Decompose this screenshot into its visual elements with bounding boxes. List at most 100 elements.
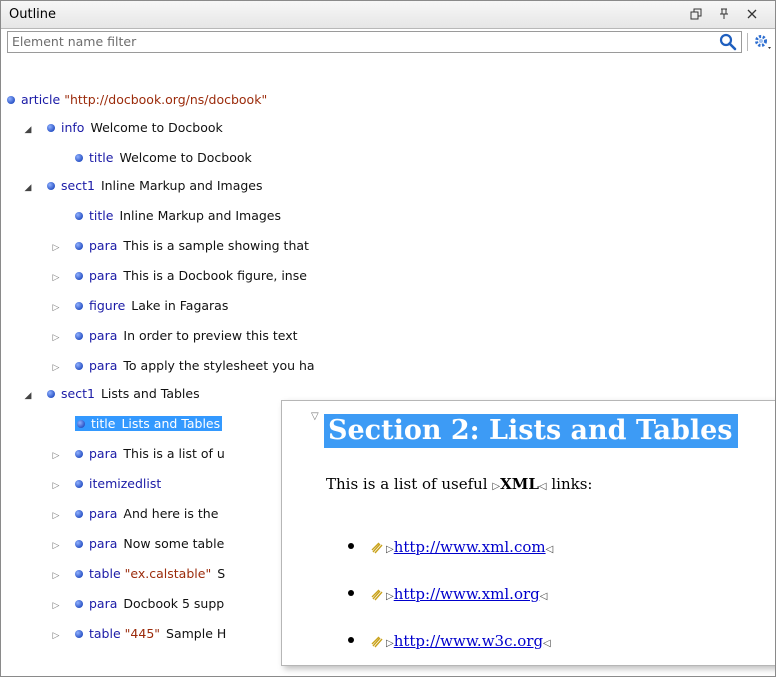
node-label: para This is a list of u: [75, 446, 225, 461]
collapsed-triangle-icon[interactable]: ▷: [49, 327, 63, 349]
tree-node-para[interactable]: ▷ para Now some table: [49, 533, 225, 557]
tree-node-figure[interactable]: ▷ figure Lake in Fagaras: [49, 295, 229, 319]
collapsed-triangle-icon[interactable]: ▷: [49, 505, 63, 527]
node-tag: title: [89, 150, 114, 165]
collapse-triangle-icon[interactable]: ▽: [311, 411, 319, 422]
node-text: In order to preview this text: [123, 328, 298, 343]
close-icon[interactable]: [743, 5, 761, 23]
node-label: sect1 Inline Markup and Images: [47, 178, 263, 193]
node-label: title Lists and Tables: [75, 416, 223, 431]
collapsed-triangle-icon[interactable]: ▷: [49, 297, 63, 319]
node-tag: para: [89, 268, 118, 283]
bullet-icon: [348, 590, 354, 596]
node-text: Now some table: [123, 536, 225, 551]
settings-gear-icon[interactable]: [752, 32, 774, 56]
search-icon[interactable]: [719, 33, 737, 55]
collapsed-triangle-icon[interactable]: ▷: [49, 445, 63, 467]
node-label: title Inline Markup and Images: [75, 208, 281, 223]
node-label: title Welcome to Docbook: [75, 150, 252, 165]
node-tag: sect1: [61, 386, 95, 401]
expanded-triangle-icon[interactable]: ◢: [21, 177, 35, 199]
node-tag: para: [89, 328, 118, 343]
link[interactable]: http://www.xml.org: [394, 585, 540, 603]
element-bullet-icon: [75, 361, 83, 370]
node-label: itemizedlist: [75, 476, 161, 491]
node-label: info Welcome to Docbook: [47, 120, 223, 135]
tree-node-table[interactable]: ▷ table "445" Sample H: [49, 623, 227, 647]
para-suffix: links:: [551, 475, 593, 493]
preview-popup: ▽ Section 2: Lists and Tables This is a …: [281, 400, 775, 666]
collapsed-triangle-icon[interactable]: ▷: [49, 237, 63, 259]
node-tag: para: [89, 238, 118, 253]
node-text: Inline Markup and Images: [100, 178, 263, 193]
tree-node-para[interactable]: ▷ para In order to preview this text: [49, 325, 298, 347]
preview-section-heading: Section 2: Lists and Tables: [324, 414, 739, 448]
tree-node-article[interactable]: article "http://docbook.org/ns/docbook": [7, 89, 267, 111]
tree-node-para[interactable]: ▷ para Docbook 5 supp: [49, 593, 225, 617]
tree-node-para[interactable]: ▷ para To apply the stylesheet you ha: [49, 355, 315, 377]
element-bullet-icon: [75, 241, 83, 250]
collapsed-triangle-icon[interactable]: ▷: [49, 475, 63, 497]
tree-node-sect1[interactable]: ◢ sect1 Inline Markup and Images: [21, 175, 263, 197]
node-text: To apply the stylesheet you ha: [123, 358, 315, 373]
expanded-triangle-icon[interactable]: ◢: [21, 385, 35, 407]
node-tag: table: [89, 626, 121, 641]
tag-start-marker-icon: ▷: [386, 591, 394, 602]
node-tag: sect1: [61, 178, 95, 193]
tree-node-itemizedlist[interactable]: ▷ itemizedlist: [49, 473, 162, 497]
tag-start-marker-icon: ▷: [386, 544, 394, 555]
expanded-triangle-icon[interactable]: ◢: [21, 119, 35, 141]
link[interactable]: http://www.w3c.org: [394, 632, 543, 650]
collapsed-triangle-icon[interactable]: ▷: [49, 535, 63, 557]
node-text: This is a sample showing that: [123, 238, 309, 253]
tree-node-title[interactable]: title Inline Markup and Images: [49, 205, 281, 227]
restore-icon[interactable]: [687, 5, 705, 23]
link-clip-icon: [371, 589, 383, 601]
node-tag: title: [89, 208, 114, 223]
node-tag: figure: [89, 298, 126, 313]
tree-node-para[interactable]: ▷ para This is a sample showing that: [49, 235, 309, 257]
link-list-item: ▷http://www.xml.com◁: [348, 538, 553, 556]
tree-node-para[interactable]: ▷ para And here is the: [49, 503, 219, 527]
tree-node-title[interactable]: title Lists and Tables: [49, 413, 223, 435]
node-text: Sample H: [166, 626, 227, 641]
element-bullet-icon: [75, 301, 83, 310]
filter-bar: [1, 29, 775, 54]
tag-end-marker-icon: ◁: [545, 544, 554, 555]
panel-title: Outline: [9, 7, 57, 22]
link[interactable]: http://www.xml.com: [394, 538, 546, 556]
node-label: table "ex.calstable" S: [75, 566, 225, 581]
collapsed-triangle-icon[interactable]: ▷: [49, 565, 63, 587]
tree-node-sect1[interactable]: ◢ sect1 Lists and Tables: [21, 383, 200, 405]
node-text: Lists and Tables: [100, 386, 200, 401]
para-bold: XML: [500, 475, 539, 493]
collapsed-triangle-icon[interactable]: ▷: [49, 267, 63, 289]
link-list-item: ▷http://www.w3c.org◁: [348, 632, 551, 650]
element-bullet-icon: [47, 123, 55, 132]
tag-end-marker-icon: ◁: [538, 481, 547, 492]
element-bullet-icon: [47, 181, 55, 190]
tree-node-para[interactable]: ▷ para This is a list of u: [49, 443, 225, 465]
node-tag: table: [89, 566, 121, 581]
node-tag: para: [89, 596, 118, 611]
outline-panel: Outline article"http://docbook.org/ns/do…: [0, 0, 776, 677]
node-tag: para: [89, 536, 118, 551]
node-text: Welcome to Docbook: [119, 150, 252, 165]
tree-node-title[interactable]: title Welcome to Docbook: [49, 147, 252, 169]
node-tag: para: [89, 446, 118, 461]
element-bullet-icon: [75, 509, 83, 518]
element-bullet-icon: [75, 629, 83, 638]
panel-titlebar: Outline: [1, 1, 775, 29]
node-text: S: [217, 566, 226, 581]
element-bullet-icon: [75, 599, 83, 608]
tree-node-para[interactable]: ▷ para This is a Docbook figure, inse: [49, 265, 307, 287]
collapsed-triangle-icon[interactable]: ▷: [49, 625, 63, 647]
tree-node-info[interactable]: ◢ info Welcome to Docbook: [21, 117, 223, 139]
collapsed-triangle-icon[interactable]: ▷: [49, 357, 63, 379]
tree-node-table[interactable]: ▷ table "ex.calstable" S: [49, 563, 226, 587]
collapsed-triangle-icon[interactable]: ▷: [49, 595, 63, 617]
tag-start-marker-icon: ▷: [492, 481, 501, 492]
pin-icon[interactable]: [715, 5, 733, 23]
element-filter-input[interactable]: [8, 32, 706, 50]
node-attribute: "http://docbook.org/ns/docbook": [64, 92, 268, 107]
